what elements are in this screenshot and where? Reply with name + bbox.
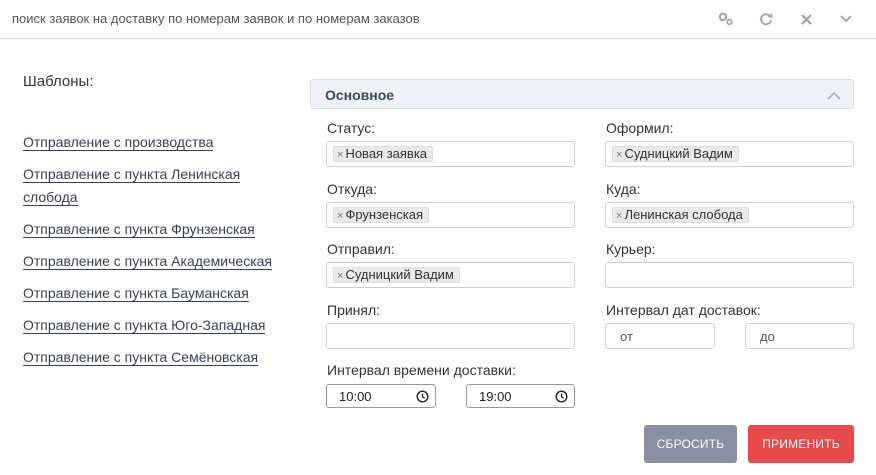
remove-tag-icon[interactable]: × [337, 149, 343, 161]
template-link[interactable]: Отправление с производства [23, 134, 214, 151]
templates-title: Шаблоны: [23, 73, 94, 90]
time-to-value: 19:00 [479, 389, 512, 404]
date-to-placeholder: до [760, 329, 775, 344]
time-from-value: 10:00 [339, 389, 372, 404]
remove-tag-icon[interactable]: × [616, 210, 622, 222]
tag-label: Ленинская слобода [624, 207, 743, 222]
to-label: Куда: [606, 181, 641, 197]
template-link[interactable]: Отправление с пункта Академическая [23, 253, 273, 270]
templates-list: Отправление с производства Отправление с… [23, 131, 288, 378]
chevron-up-icon[interactable] [827, 88, 841, 100]
list-item: Отправление с пункта Бауманская [23, 282, 288, 305]
date-to-input[interactable]: до [745, 323, 854, 349]
status-select[interactable]: × Новая заявка [326, 141, 575, 167]
tag-label: Новая заявка [345, 146, 428, 161]
date-from-placeholder: от [620, 329, 633, 344]
from-label: Откуда: [327, 181, 377, 197]
to-tag: × Ленинская слобода [612, 207, 749, 223]
courier-select[interactable] [605, 262, 854, 288]
header-toolbar [706, 10, 866, 28]
received-by-select[interactable] [326, 323, 575, 349]
from-select[interactable]: × Фрунзенская [326, 202, 575, 228]
list-item: Отправление с пункта Семёновская [23, 346, 288, 369]
chevron-down-icon[interactable] [826, 10, 866, 28]
from-tag: × Фрунзенская [333, 207, 430, 223]
date-from-input[interactable]: от [605, 323, 715, 349]
date-interval-label: Интервал дат доставок: [606, 302, 761, 318]
section-title: Основное [325, 87, 395, 103]
sent-by-select[interactable]: × Судницкий Вадим [326, 262, 575, 288]
window-title: поиск заявок на доставку по номерам заяв… [12, 11, 420, 26]
status-tag: × Новая заявка [333, 146, 434, 162]
settings-icon[interactable] [706, 10, 746, 28]
template-link[interactable]: Отправление с пункта Семёновская [23, 349, 259, 366]
created-by-tag: × Судницкий Вадим [612, 146, 739, 162]
apply-button[interactable]: ПРИМЕНИТЬ [748, 425, 854, 463]
clock-icon[interactable] [416, 390, 429, 408]
sent-by-label: Отправил: [327, 241, 395, 257]
remove-tag-icon[interactable]: × [337, 210, 343, 222]
tag-label: Судницкий Вадим [624, 146, 733, 161]
created-by-select[interactable]: × Судницкий Вадим [605, 141, 854, 167]
list-item: Отправление с пункта Фрунзенская [23, 218, 288, 241]
list-item: Отправление с производства [23, 131, 288, 154]
tag-label: Фрунзенская [345, 207, 424, 222]
received-by-label: Принял: [327, 302, 381, 318]
sent-by-tag: × Судницкий Вадим [333, 267, 460, 283]
time-interval-label: Интервал времени доставки: [327, 362, 516, 378]
time-to-input[interactable]: 19:00 [466, 384, 575, 408]
template-link[interactable]: Отправление с пункта Фрунзенская [23, 221, 255, 238]
remove-tag-icon[interactable]: × [337, 270, 343, 282]
template-link[interactable]: Отправление с пункта Ленинская слобода [23, 166, 241, 206]
list-item: Отправление с пункта Ленинская слобода [23, 163, 253, 209]
close-icon[interactable] [786, 10, 826, 28]
to-select[interactable]: × Ленинская слобода [605, 202, 854, 228]
status-label: Статус: [327, 120, 376, 136]
list-item: Отправление с пункта Академическая [23, 250, 288, 273]
template-link[interactable]: Отправление с пункта Юго-Западная [23, 317, 266, 334]
window-header: поиск заявок на доставку по номерам заяв… [0, 0, 876, 39]
courier-label: Курьер: [606, 241, 656, 257]
time-from-input[interactable]: 10:00 [326, 384, 436, 408]
created-by-label: Оформил: [606, 120, 674, 136]
remove-tag-icon[interactable]: × [616, 149, 622, 161]
reset-button[interactable]: СБРОСИТЬ [644, 425, 737, 463]
clock-icon[interactable] [555, 390, 568, 408]
section-header-main[interactable]: Основное [310, 79, 854, 109]
template-link[interactable]: Отправление с пункта Бауманская [23, 285, 249, 302]
list-item: Отправление с пункта Юго-Западная [23, 314, 288, 337]
refresh-icon[interactable] [746, 10, 786, 28]
tag-label: Судницкий Вадим [345, 267, 454, 282]
